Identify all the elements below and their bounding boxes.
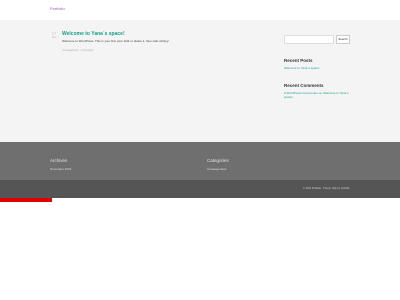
categories-title: Categories	[207, 158, 229, 163]
site-title-link[interactable]: Portfolio	[50, 6, 65, 11]
recent-post-link[interactable]: Welcome to Yana`s space!	[284, 66, 350, 70]
page: Portfolio 17 Nov Welcome to Yana`s space…	[0, 0, 400, 300]
search-form: Search	[284, 35, 350, 45]
footer-archives: Archives November 2022	[50, 158, 71, 171]
post-meta[interactable]: Uncategorized · 1 Comment	[62, 49, 262, 52]
recent-comments-title: Recent Comments	[284, 83, 324, 88]
search-button[interactable]: Search	[336, 35, 350, 44]
archive-link[interactable]: November 2022	[50, 167, 71, 171]
post-excerpt: Welcome to WordPress. This is your first…	[62, 39, 169, 43]
archives-title: Archives	[50, 158, 68, 163]
category-link[interactable]: Uncategorized	[207, 167, 229, 171]
post-date-month: Nov	[51, 36, 57, 39]
search-input[interactable]	[284, 35, 334, 44]
main-content: 17 Nov Welcome to Yana`s space! Welcome …	[0, 20, 400, 142]
red-strip	[0, 198, 52, 202]
recent-comment-link[interactable]: A WordPress Commenter on Welcome to Yana…	[284, 91, 350, 99]
footer-widgets: Archives November 2022 Categories Uncate…	[0, 142, 400, 180]
post-body: Welcome to Yana`s space! Welcome to Word…	[62, 31, 262, 52]
post-date: 17 Nov	[50, 31, 58, 39]
header-bar: Portfolio	[0, 0, 400, 20]
copyright-text: © 2022 Portfolio · Theme: Illdy by Color…	[303, 187, 350, 190]
post-title-link[interactable]: Welcome to Yana`s space!	[62, 31, 262, 37]
recent-posts-title: Recent Posts	[284, 58, 313, 63]
sidebar: Search Recent Posts Welcome to Yana`s sp…	[284, 35, 350, 99]
footer-bottom: © 2022 Portfolio · Theme: Illdy by Color…	[0, 180, 400, 198]
footer-categories: Categories Uncategorized	[207, 158, 229, 171]
